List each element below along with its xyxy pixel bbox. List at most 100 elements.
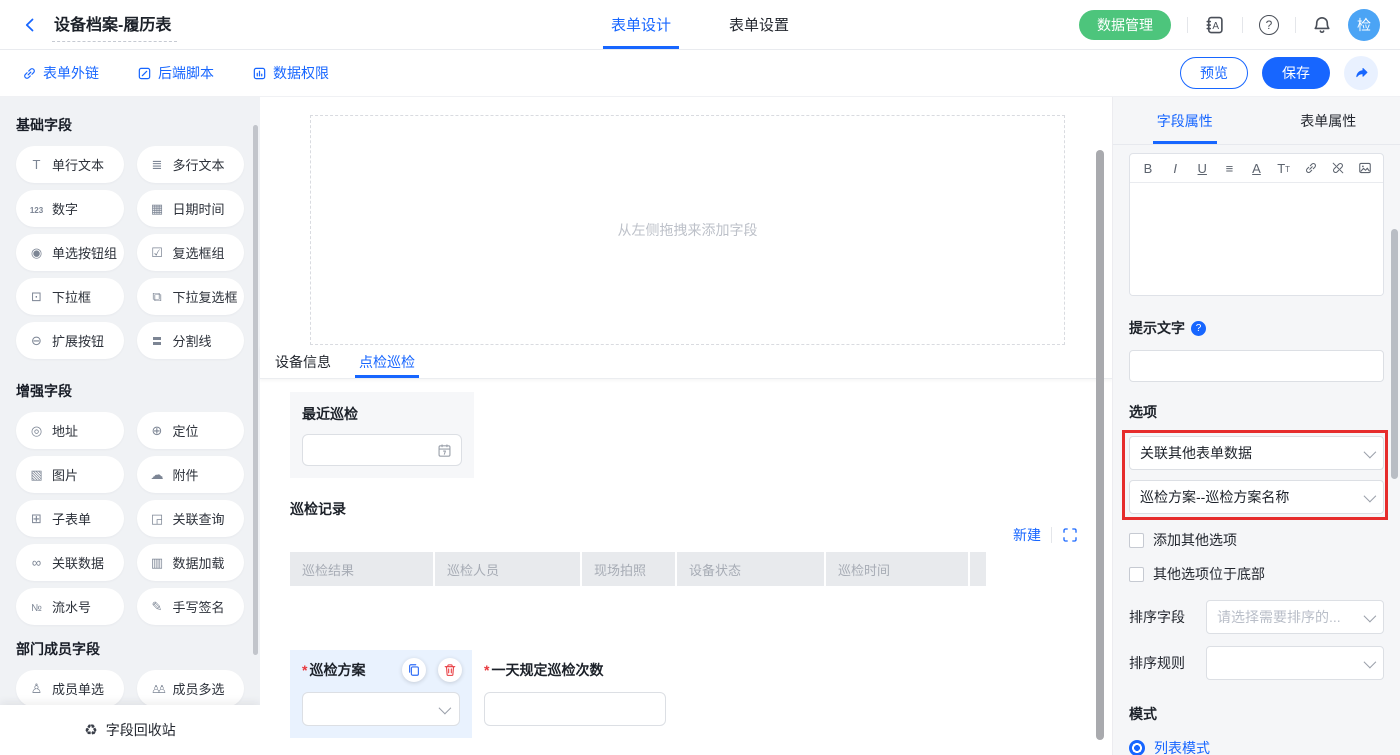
column-header: 设备状态 (677, 552, 824, 586)
tab-spot-inspection[interactable]: 点检巡检 (359, 345, 415, 378)
sort-rule-row: 排序规则 (1129, 646, 1384, 680)
tab-form-settings[interactable]: 表单设置 (729, 0, 789, 49)
users-icon (149, 682, 166, 696)
tab-device-info[interactable]: 设备信息 (275, 345, 331, 378)
field-pill-member-multi[interactable]: 成员多选 (137, 670, 245, 707)
field-pill-signature[interactable]: 手写签名 (137, 588, 245, 625)
unlink-icon[interactable] (1327, 161, 1349, 175)
backend-script-button[interactable]: 后端脚本 (137, 63, 214, 83)
field-pill-extend-button[interactable]: 扩展按钮 (16, 322, 124, 359)
share-button[interactable] (1344, 56, 1378, 90)
field-pill-linked-query[interactable]: 关联查询 (137, 500, 245, 537)
field-pill-image[interactable]: 图片 (16, 456, 124, 493)
chevron-down-icon (1364, 445, 1377, 458)
field-pill-address[interactable]: 地址 (16, 412, 124, 449)
new-record-link[interactable]: 新建 (1013, 525, 1041, 545)
guide-book-icon[interactable]: A (1204, 15, 1226, 35)
field-pill-multi-line-text[interactable]: 多行文本 (137, 146, 245, 183)
field-pill-dropdown[interactable]: 下拉框 (16, 278, 124, 315)
button-icon (28, 334, 45, 347)
dropzone[interactable]: 从左侧拖拽来添加字段 (310, 115, 1065, 345)
panel-scrollbar[interactable] (1391, 229, 1398, 479)
sort-field-row: 排序字段 请选择需要排序的... (1129, 600, 1384, 634)
field-recycle-bin[interactable]: ♻ 字段回收站 (0, 705, 260, 755)
other-option-bottom-checkbox[interactable] (1129, 567, 1144, 582)
field-pill-number[interactable]: 数字 (16, 190, 124, 227)
form-toolbar: 表单外链 后端脚本 数据权限 预览 保存 (0, 50, 1400, 97)
duplicate-field-button[interactable] (402, 658, 426, 682)
recent-inspection-date-input[interactable] (302, 434, 462, 466)
other-option-bottom-row: 其他选项位于底部 (1129, 564, 1384, 584)
user-avatar[interactable]: 检 (1348, 9, 1380, 41)
divider (1051, 527, 1052, 543)
option-source-select[interactable]: 关联其他表单数据 (1129, 436, 1384, 470)
delete-field-button[interactable] (438, 658, 462, 682)
header-tabs: 表单设计 表单设置 (611, 0, 789, 49)
external-link-button[interactable]: 表单外链 (22, 63, 99, 83)
canvas-scrollbar[interactable] (1096, 150, 1104, 740)
font-color-icon[interactable]: A (1246, 161, 1268, 176)
italic-icon[interactable]: I (1164, 161, 1186, 176)
underline-icon[interactable]: U (1191, 161, 1213, 176)
link-icon[interactable] (1300, 161, 1322, 175)
address-pin-icon (28, 424, 45, 437)
header-actions: 数据管理 A ? 检 (1079, 9, 1380, 41)
insert-image-icon[interactable] (1354, 161, 1376, 175)
field-pill-subform[interactable]: 子表单 (16, 500, 124, 537)
preview-button[interactable]: 预览 (1180, 57, 1248, 89)
data-permission-button[interactable]: 数据权限 (252, 63, 329, 83)
daily-count-field[interactable]: * 一天规定巡检次数 (484, 650, 666, 738)
field-pill-linked-data[interactable]: 关联数据 (16, 544, 124, 581)
field-pill-checkbox-group[interactable]: 复选框组 (137, 234, 245, 271)
sidebar-scrollbar[interactable] (253, 125, 258, 655)
hint-text-label: 提示文字 (1129, 318, 1185, 338)
daily-count-input[interactable] (484, 692, 666, 726)
data-manage-button[interactable]: 数据管理 (1079, 10, 1171, 40)
recent-inspection-field[interactable]: 最近巡检 (290, 392, 474, 478)
field-pill-radio-group[interactable]: 单选按钮组 (16, 234, 124, 271)
field-pill-divider[interactable]: 分割线 (137, 322, 245, 359)
align-icon[interactable]: ≡ (1218, 161, 1240, 176)
help-icon[interactable]: ? (1259, 15, 1279, 35)
app-window: 设备档案-履历表 表单设计 表单设置 数据管理 A ? 检 (0, 0, 1400, 755)
field-pill-serial-number[interactable]: 流水号 (16, 588, 124, 625)
sort-rule-select[interactable] (1206, 646, 1384, 680)
field-pill-member-single[interactable]: 成员单选 (16, 670, 124, 707)
tab-field-properties[interactable]: 字段属性 (1113, 97, 1257, 144)
field-pill-location[interactable]: 定位 (137, 412, 245, 449)
signature-pen-icon (149, 600, 166, 613)
inspection-plan-field-selected[interactable]: * 巡检方案 (290, 650, 472, 738)
field-pill-single-line-text[interactable]: 单行文本 (16, 146, 124, 183)
inspection-plan-label: 巡检方案 (309, 660, 365, 680)
option-field-select[interactable]: 巡检方案--巡检方案名称 (1129, 480, 1384, 514)
inspection-plan-select[interactable] (302, 692, 460, 726)
tab-form-design[interactable]: 表单设计 (611, 0, 671, 49)
tab-form-properties[interactable]: 表单属性 (1257, 97, 1400, 144)
page-title[interactable]: 设备档案-履历表 (52, 8, 177, 42)
font-size-icon[interactable]: T (1273, 161, 1295, 176)
rich-text-input-area[interactable] (1130, 183, 1383, 295)
image-icon (28, 468, 45, 481)
svg-text:A: A (1212, 20, 1219, 31)
options-selects: 关联其他表单数据 巡检方案--巡检方案名称 (1129, 436, 1384, 514)
field-pill-attachment[interactable]: 附件 (137, 456, 245, 493)
add-other-option-checkbox[interactable] (1129, 533, 1144, 548)
back-button[interactable] (20, 15, 40, 35)
hint-text-input[interactable] (1129, 350, 1384, 382)
script-icon (137, 66, 152, 81)
sort-field-select[interactable]: 请选择需要排序的... (1206, 600, 1384, 634)
notification-bell-icon[interactable] (1312, 15, 1332, 35)
top-header: 设备档案-履历表 表单设计 表单设置 数据管理 A ? 检 (0, 0, 1400, 50)
field-pill-data-load[interactable]: 数据加载 (137, 544, 245, 581)
divider (1242, 17, 1243, 33)
save-button[interactable]: 保存 (1262, 57, 1330, 89)
bold-icon[interactable]: B (1137, 161, 1159, 176)
field-pill-datetime[interactable]: 日期时间 (137, 190, 245, 227)
field-pill-multi-dropdown[interactable]: 下拉复选框 (137, 278, 245, 315)
hint-help-icon[interactable]: ? (1191, 321, 1206, 336)
list-mode-radio[interactable] (1129, 740, 1145, 755)
section-title-member-fields: 部门成员字段 (16, 639, 244, 659)
fullscreen-expand-icon[interactable] (1062, 527, 1078, 543)
text-icon (28, 158, 45, 171)
inspection-plan-label-row: * 巡检方案 (302, 660, 460, 680)
